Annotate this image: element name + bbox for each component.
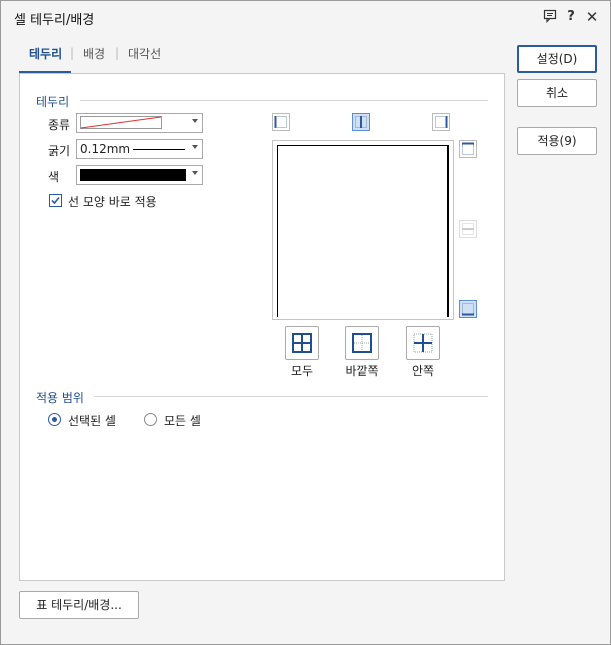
- border-panel: 테두리 종류 굵기 0.12mm 색 선 모양 바로 적용 모두 바깥쪽 안쪽 …: [19, 73, 505, 581]
- ok-button[interactable]: 설정(D): [517, 45, 597, 73]
- border-section-title: 테두리: [36, 95, 70, 109]
- thickness-sample-line: [133, 149, 185, 150]
- line-type-label: 종류: [48, 118, 71, 132]
- tab-border[interactable]: 테두리: [29, 45, 62, 62]
- all-borders-button[interactable]: [285, 326, 319, 360]
- right-border-icon[interactable]: [432, 113, 450, 131]
- left-border-icon[interactable]: [272, 113, 290, 131]
- bottom-border-icon[interactable]: [459, 300, 477, 318]
- apply-shape-label: 선 모양 바로 적용: [68, 195, 157, 209]
- top-border-icon[interactable]: [459, 140, 477, 158]
- color-swatch: [80, 169, 186, 181]
- border-preview[interactable]: [272, 140, 454, 320]
- outer-borders-icon: [352, 333, 372, 353]
- apply-button[interactable]: 적용(9): [517, 127, 597, 155]
- tab-diagonal[interactable]: 대각선: [128, 45, 161, 62]
- selected-cells-label: 선택된 셀: [68, 414, 116, 428]
- table-border-button[interactable]: 표 테두리/배경...: [19, 591, 139, 619]
- horizontal-center-border-icon: [459, 220, 477, 238]
- color-label: 색: [48, 170, 60, 184]
- inner-borders-icon: [413, 333, 433, 353]
- titlebar: 셀 테두리/배경 ? ✕: [1, 1, 610, 33]
- checkmark-icon: [51, 196, 60, 205]
- cell-border-dialog: 셀 테두리/배경 ? ✕ 테두리 | 배경 | 대각선 테두리 종류 굵기 0.…: [0, 0, 611, 645]
- window-title: 셀 테두리/배경: [14, 13, 95, 28]
- thickness-value: 0.12mm: [80, 142, 131, 156]
- chevron-down-icon: [192, 145, 198, 149]
- cancel-button[interactable]: 취소: [517, 79, 597, 107]
- apply-shape-checkbox[interactable]: [49, 194, 62, 207]
- inner-borders-button[interactable]: [406, 326, 440, 360]
- thickness-label: 굵기: [48, 144, 71, 158]
- section-divider: [80, 100, 488, 101]
- thickness-combo[interactable]: 0.12mm: [76, 139, 203, 159]
- section-divider: [94, 396, 488, 397]
- all-borders-label: 모두: [290, 364, 314, 378]
- tab-separator: |: [70, 46, 75, 60]
- chevron-down-icon: [192, 171, 198, 175]
- close-icon[interactable]: ✕: [584, 9, 600, 25]
- line-type-combo[interactable]: [76, 113, 203, 133]
- tab-background[interactable]: 배경: [83, 45, 105, 62]
- preview-cell: [277, 145, 449, 317]
- outer-borders-button[interactable]: [345, 326, 379, 360]
- all-borders-icon: [292, 333, 312, 353]
- all-cells-label: 모든 셀: [164, 414, 201, 428]
- help-icon[interactable]: ?: [563, 9, 579, 25]
- inner-borders-label: 안쪽: [411, 364, 435, 378]
- vertical-center-border-icon[interactable]: [352, 113, 370, 131]
- color-combo[interactable]: [76, 165, 203, 185]
- outer-borders-label: 바깥쪽: [345, 364, 379, 378]
- chevron-down-icon: [192, 119, 198, 123]
- comment-icon[interactable]: [542, 9, 558, 25]
- scope-section-title: 적용 범위: [36, 391, 84, 405]
- all-cells-radio[interactable]: [144, 413, 157, 426]
- tab-separator: |: [115, 46, 120, 60]
- selected-cells-radio[interactable]: [48, 413, 61, 426]
